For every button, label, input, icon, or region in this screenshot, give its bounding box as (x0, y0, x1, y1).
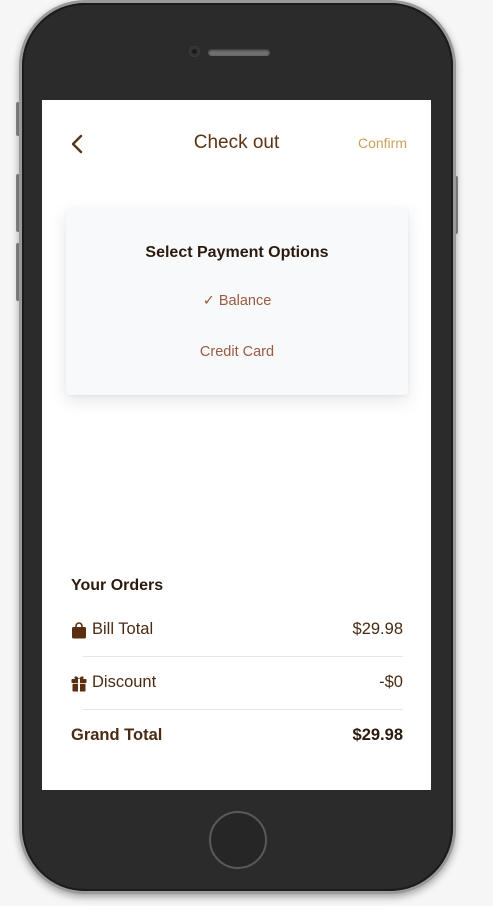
bill-total-row: Bill Total $29.98 (71, 618, 403, 642)
divider (83, 709, 403, 710)
discount-row: Discount -$0 (71, 671, 403, 695)
gift-icon (71, 675, 87, 692)
device-stage: Check out Confirm Select Payment Options… (0, 0, 493, 906)
home-button[interactable] (209, 811, 267, 869)
payment-option-credit-card[interactable]: Credit Card (66, 344, 408, 360)
payment-options-card: Select Payment Options ✓ Balance Credit … (66, 208, 408, 395)
earpiece-speaker (208, 49, 270, 56)
grand-total-row: Grand Total $29.98 (71, 724, 403, 748)
discount-label: Discount (92, 673, 157, 691)
app-screen: Check out Confirm Select Payment Options… (42, 100, 431, 790)
payment-option-balance[interactable]: ✓ Balance (66, 293, 408, 309)
grand-total-value: $29.98 (352, 726, 403, 744)
discount-value: -$0 (379, 673, 403, 691)
confirm-button[interactable]: Confirm (358, 135, 407, 151)
bill-total-value: $29.98 (352, 620, 403, 638)
front-camera (190, 47, 199, 56)
orders-title: Your Orders (71, 577, 164, 594)
app-header: Check out Confirm (42, 100, 431, 186)
payment-options-title: Select Payment Options (145, 244, 329, 261)
shopping-bag-icon (71, 622, 87, 639)
divider (83, 656, 403, 657)
bill-total-label: Bill Total (92, 620, 154, 638)
grand-total-label: Grand Total (71, 726, 163, 744)
